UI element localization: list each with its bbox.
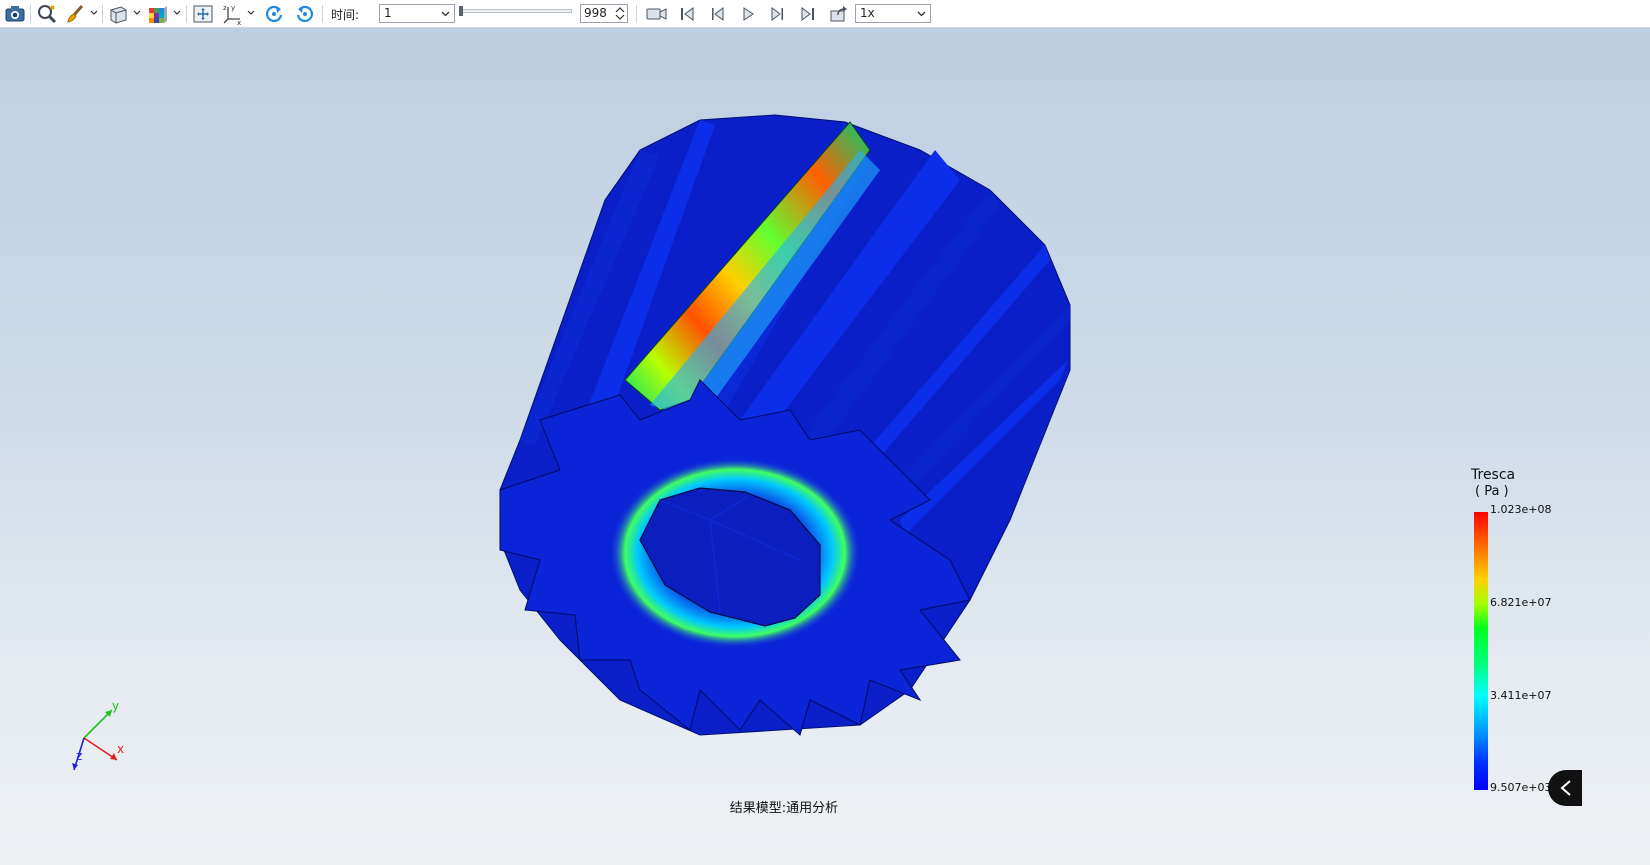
export-icon[interactable] — [827, 3, 851, 25]
toolbar-separator — [30, 5, 31, 23]
toolbar-separator — [186, 5, 187, 23]
speed-select-value: 1x — [860, 6, 875, 20]
legend-min: 9.507e+03 — [1490, 781, 1552, 794]
toolbar-separator — [322, 5, 323, 23]
frame-slider[interactable] — [462, 9, 572, 13]
triad-x-label: x — [117, 742, 124, 756]
chevron-down-icon — [439, 6, 451, 22]
chevron-down-icon — [915, 6, 927, 22]
time-label: 时间: — [331, 8, 360, 22]
record-video-icon[interactable] — [644, 3, 670, 25]
time-select[interactable]: 1 — [379, 4, 455, 23]
speed-select[interactable]: 1x — [855, 4, 931, 23]
play-icon[interactable] — [737, 3, 759, 25]
frame-slider-thumb[interactable] — [459, 6, 463, 16]
fit-view-icon[interactable] — [191, 3, 215, 25]
next-frame-icon[interactable] — [767, 3, 789, 25]
chevron-down-icon[interactable] — [90, 4, 98, 22]
gear-model[interactable] — [0, 28, 1650, 865]
legend-unit: ( Pa ) — [1475, 484, 1509, 499]
svg-text:x: x — [237, 19, 241, 25]
camera-icon[interactable] — [3, 3, 27, 25]
rotate-left-icon[interactable] — [262, 3, 286, 25]
3d-viewport[interactable]: y x z Tresca ( Pa ) 1.023e+08 6.821e+07 … — [0, 28, 1650, 865]
toolbar-separator — [102, 5, 103, 23]
first-frame-icon[interactable] — [676, 3, 698, 25]
zoom-fit-icon[interactable] — [35, 3, 59, 25]
paint-brush-icon[interactable] — [63, 3, 87, 25]
svg-text:y: y — [231, 4, 235, 12]
time-select-value: 1 — [384, 6, 392, 20]
legend-max: 1.023e+08 — [1490, 503, 1552, 516]
axis-triad-icon[interactable]: yz x — [222, 3, 246, 25]
spin-arrows-icon[interactable] — [614, 5, 626, 22]
legend-color-bar — [1474, 512, 1488, 790]
chevron-down-icon[interactable] — [247, 4, 255, 22]
frame-spinbox-value: 998 — [584, 6, 607, 20]
view-cube-icon[interactable] — [106, 3, 130, 25]
triad-y-label: y — [112, 699, 119, 713]
chevron-down-icon[interactable] — [133, 4, 141, 22]
chevron-down-icon[interactable] — [173, 4, 181, 22]
toolbar: yz x 时间: 1 998 1x — [0, 0, 1650, 28]
legend-mid-low: 3.411e+07 — [1490, 689, 1552, 702]
axis-triad: y x z — [72, 699, 124, 771]
rotate-right-icon[interactable] — [293, 3, 317, 25]
legend-mid-high: 6.821e+07 — [1490, 596, 1552, 609]
status-text: 结果模型:通用分析 — [729, 801, 839, 816]
legend-title: Tresca — [1471, 467, 1516, 483]
previous-frame-icon[interactable] — [706, 3, 728, 25]
toolbar-separator — [636, 5, 637, 23]
display-style-icon[interactable] — [146, 3, 170, 25]
svg-text:z: z — [223, 4, 227, 12]
frame-spinbox[interactable]: 998 — [580, 4, 628, 23]
last-frame-icon[interactable] — [797, 3, 819, 25]
triad-z-label: z — [76, 749, 82, 763]
